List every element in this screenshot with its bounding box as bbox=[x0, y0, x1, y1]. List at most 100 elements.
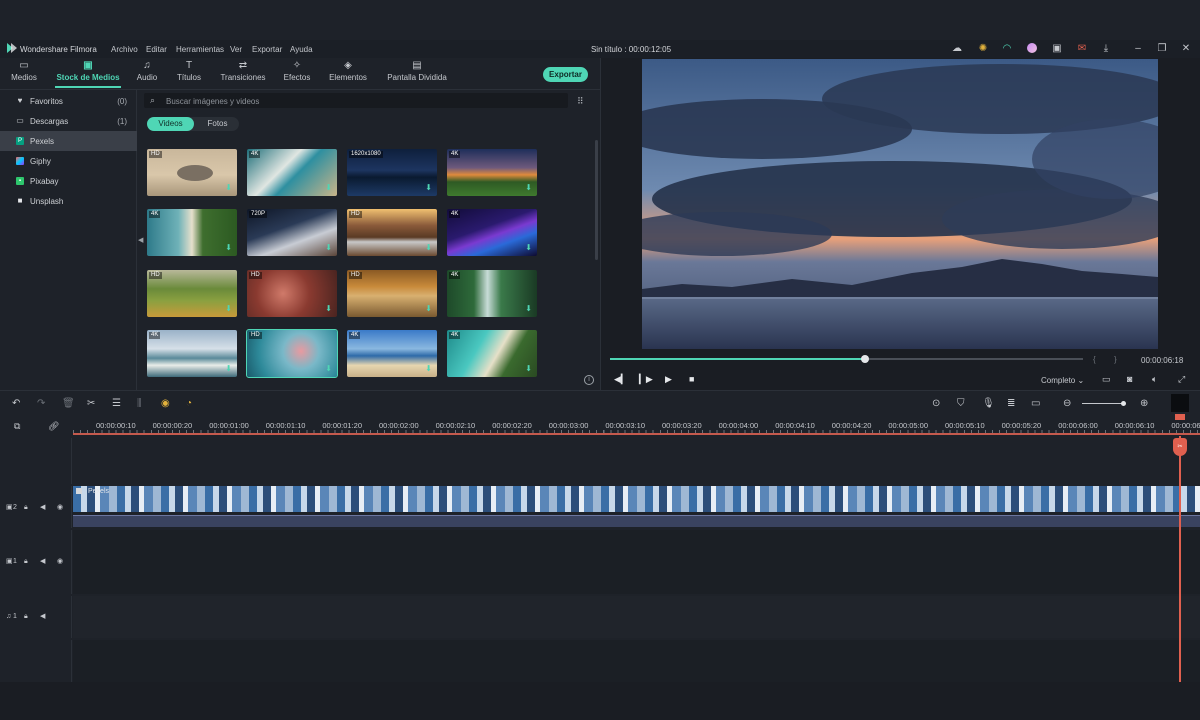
download-arrow-icon[interactable]: ⬇ bbox=[425, 365, 432, 373]
eye-icon[interactable]: ◉ bbox=[57, 558, 63, 566]
zoom-in-icon[interactable]: ⊕ bbox=[1140, 398, 1148, 409]
tab-elementos[interactable]: ◈ Elementos bbox=[327, 60, 369, 82]
media-thumbnail[interactable]: 4K ⬇ bbox=[247, 149, 337, 196]
tab-audio[interactable]: ♫ Audio bbox=[133, 60, 161, 82]
sidebar-item-pexels[interactable]: P Pexels bbox=[0, 131, 137, 151]
media-thumbnail[interactable]: 4K ⬇ bbox=[147, 209, 237, 256]
media-thumbnail[interactable]: 4K ⬇ bbox=[447, 149, 537, 196]
media-thumbnail[interactable]: HD ⬇ bbox=[247, 270, 337, 317]
media-thumbnail[interactable]: 1620x1080 ⬇ bbox=[347, 149, 437, 196]
video-clip[interactable] bbox=[73, 486, 1200, 512]
export-button[interactable]: Exportar bbox=[543, 67, 588, 82]
download-arrow-icon[interactable]: ⬇ bbox=[225, 244, 232, 252]
video-track-1-body[interactable] bbox=[73, 530, 1200, 594]
media-thumbnail[interactable]: HD ⬇ bbox=[147, 270, 237, 317]
save-icon[interactable]: ▣ bbox=[1051, 43, 1063, 55]
undo-icon[interactable]: ↶ bbox=[12, 398, 20, 409]
download-arrow-icon[interactable]: ⬇ bbox=[225, 184, 232, 192]
mute-icon[interactable]: ◀︎ bbox=[40, 613, 45, 621]
download-arrow-icon[interactable]: ⬇ bbox=[525, 244, 532, 252]
media-thumbnail-selected[interactable]: HD ⬇ bbox=[246, 329, 338, 378]
media-thumbnail[interactable]: HD ⬇ bbox=[347, 209, 437, 256]
sidebar-item-giphy[interactable]: Giphy bbox=[0, 151, 137, 171]
tab-efectos[interactable]: ✧ Efectos bbox=[280, 60, 314, 82]
info-icon[interactable]: i bbox=[584, 375, 594, 385]
adjust-icon[interactable]: ☰ bbox=[112, 398, 121, 409]
microphone-icon[interactable]: 🎙︎ bbox=[982, 398, 995, 409]
lock-icon[interactable]: 🔒︎ bbox=[24, 558, 28, 566]
sidebar-item-descargas[interactable]: ▭ Descargas (1) bbox=[0, 111, 137, 131]
restore-icon[interactable]: ❐ bbox=[1156, 43, 1168, 55]
marker-icon[interactable]: ⛉ bbox=[957, 398, 965, 409]
media-thumbnail[interactable]: 4K ⬇ bbox=[447, 330, 537, 377]
download-arrow-icon[interactable]: ⬇ bbox=[425, 184, 432, 192]
lock-icon[interactable]: 🔒︎ bbox=[24, 504, 28, 512]
snapshot-icon[interactable]: ◙ bbox=[1127, 374, 1132, 384]
playback-scrubber-handle[interactable] bbox=[861, 355, 869, 363]
sidebar-item-pixabay[interactable]: ▪ Pixabay bbox=[0, 171, 137, 191]
sidebar-item-favoritos[interactable]: ♥ Favoritos (0) bbox=[0, 91, 137, 111]
tab-transiciones[interactable]: ⇄ Transiciones bbox=[218, 60, 268, 82]
fullscreen-icon[interactable]: ⤢ bbox=[1178, 374, 1185, 384]
download-arrow-icon[interactable]: ⬇ bbox=[425, 244, 432, 252]
stop-icon[interactable]: ■ bbox=[689, 374, 694, 384]
subtitle-icon[interactable]: ▭ bbox=[1031, 398, 1040, 409]
mail-icon[interactable]: ✉ bbox=[1076, 43, 1088, 55]
media-thumbnail[interactable]: 4K ⬇ bbox=[447, 270, 537, 317]
cloud-icon[interactable]: ☁ bbox=[951, 43, 963, 55]
quality-select[interactable]: Completo ⌄ bbox=[1041, 376, 1084, 385]
browser-scrollbar[interactable] bbox=[595, 140, 598, 260]
zoom-out-icon[interactable]: ⊖ bbox=[1063, 398, 1071, 409]
add-track-icon[interactable]: ⧉ bbox=[14, 421, 20, 432]
media-thumbnail[interactable]: HD ⬇ bbox=[147, 149, 237, 196]
clip-audio-strip[interactable] bbox=[73, 515, 1200, 527]
audio-track-1-body[interactable] bbox=[73, 596, 1200, 638]
zoom-slider-track[interactable] bbox=[1082, 403, 1124, 404]
download-arrow-icon[interactable]: ⬇ bbox=[325, 305, 332, 313]
download-arrow-icon[interactable]: ⬇ bbox=[325, 365, 332, 373]
play-icon[interactable]: ▶ bbox=[665, 374, 672, 384]
volume-icon[interactable]: 🔈︎ bbox=[1152, 374, 1157, 384]
download-arrow-icon[interactable]: ⬇ bbox=[525, 305, 532, 313]
download-arrow-icon[interactable]: ⬇ bbox=[325, 244, 332, 252]
mark-in-icon[interactable]: { bbox=[1093, 355, 1096, 364]
media-thumbnail[interactable]: 4K ⬇ bbox=[347, 330, 437, 377]
speed-icon[interactable]: ◔ bbox=[186, 398, 192, 409]
download-arrow-icon[interactable]: ⬇ bbox=[525, 365, 532, 373]
filter-videos-button[interactable]: Videos bbox=[147, 117, 194, 131]
mute-icon[interactable]: ◀︎ bbox=[40, 504, 45, 512]
download-arrow-icon[interactable]: ⬇ bbox=[525, 184, 532, 192]
grid-view-icon[interactable]: ⠿ bbox=[577, 96, 584, 107]
filter-fotos-button[interactable]: Fotos bbox=[196, 117, 239, 131]
lightbulb-icon[interactable]: ✺ bbox=[977, 43, 989, 55]
render-icon[interactable]: ⊙ bbox=[932, 398, 940, 409]
download-arrow-icon[interactable]: ⬇ bbox=[425, 305, 432, 313]
voiceover-list-icon[interactable]: ≣ bbox=[1007, 398, 1015, 409]
headset-icon[interactable]: ◠ bbox=[1001, 43, 1013, 55]
audio-waveform-icon[interactable]: ⫼ bbox=[137, 398, 142, 409]
account-icon[interactable] bbox=[1026, 43, 1038, 55]
download-arrow-icon[interactable]: ⬇ bbox=[225, 305, 232, 313]
mute-icon[interactable]: ◀︎ bbox=[40, 558, 45, 566]
playhead-handle[interactable]: ✂ bbox=[1173, 438, 1187, 456]
eye-icon[interactable]: ◉ bbox=[57, 504, 63, 512]
link-icon[interactable]: 🔗︎ bbox=[48, 421, 59, 432]
cut-icon[interactable]: ✂ bbox=[87, 398, 95, 409]
display-settings-icon[interactable]: ▭ bbox=[1102, 374, 1111, 384]
tab-medios[interactable]: ▭ Medios bbox=[8, 60, 40, 82]
download-arrow-icon[interactable]: ⬇ bbox=[325, 184, 332, 192]
minimize-icon[interactable]: – bbox=[1132, 43, 1144, 55]
play-frame-icon[interactable]: ▎▶ bbox=[639, 374, 653, 384]
tab-stock-de-medios[interactable]: ▣ Stock de Medios bbox=[53, 60, 123, 82]
previous-frame-icon[interactable]: ◀▎ bbox=[614, 374, 628, 384]
delete-icon[interactable]: 🗑︎ bbox=[62, 398, 75, 409]
media-thumbnail[interactable]: 720P ⬇ bbox=[247, 209, 337, 256]
color-match-icon[interactable]: ◉ bbox=[161, 398, 170, 409]
search-input[interactable]: Buscar imágenes y videos bbox=[166, 97, 259, 106]
collapse-sidebar-icon[interactable]: ◀ bbox=[138, 236, 143, 244]
lock-icon[interactable]: 🔒︎ bbox=[24, 613, 28, 621]
playhead-line[interactable] bbox=[1179, 436, 1181, 682]
download-arrow-icon[interactable]: ⬇ bbox=[225, 365, 232, 373]
media-thumbnail[interactable]: 4K ⬇ bbox=[447, 209, 537, 256]
redo-icon[interactable]: ↷ bbox=[37, 398, 45, 409]
